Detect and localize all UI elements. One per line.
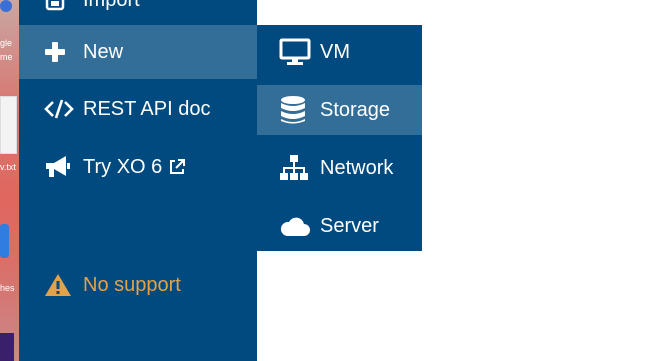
desktop-label-fragment: gle [0, 38, 13, 48]
plus-icon [44, 39, 74, 65]
sidebar-item-label: New [83, 40, 124, 63]
submenu-item-label: Server [320, 214, 379, 237]
submenu-item-vm[interactable]: VM [257, 27, 422, 77]
app-shortcut-icon[interactable] [0, 224, 9, 258]
warning-icon [44, 272, 74, 298]
desktop-label-fragment: me [0, 52, 13, 62]
sidebar-item-import[interactable]: Import [19, 0, 257, 27]
sidebar-item-label: Import [83, 0, 140, 12]
submenu-item-storage[interactable]: Storage [257, 85, 422, 135]
external-link-icon [168, 158, 186, 176]
sidebar: Import New REST API doc Try XO 6 No supp… [19, 0, 257, 361]
no-support-status: No support [19, 258, 257, 312]
sitemap-icon [279, 153, 311, 183]
sidebar-item-rest-api-doc[interactable]: REST API doc [19, 82, 257, 136]
app-shortcut-icon[interactable] [0, 333, 14, 361]
submenu-item-label: Network [320, 156, 394, 179]
new-submenu: VM Storage Network Server [257, 25, 422, 251]
import-icon [44, 0, 74, 13]
chrome-shortcut-icon[interactable] [0, 0, 12, 12]
submenu-item-server[interactable]: Server [257, 201, 422, 251]
desktop-label-fragment: hes [0, 283, 15, 293]
sidebar-item-new[interactable]: New [19, 25, 257, 79]
cloud-icon [279, 211, 311, 241]
sidebar-item-label: REST API doc [83, 97, 211, 120]
sidebar-item-try-xo6[interactable]: Try XO 6 [19, 140, 257, 194]
sidebar-item-label: Try XO 6 [83, 155, 163, 178]
document-file-icon[interactable] [0, 96, 17, 154]
submenu-item-label: VM [320, 40, 350, 63]
desktop-label-fragment: v.txt [0, 162, 16, 172]
code-icon [44, 96, 74, 122]
submenu-item-network[interactable]: Network [257, 143, 422, 193]
database-icon [279, 95, 311, 125]
desktop-background-strip: gle me v.txt hes [0, 0, 19, 361]
megaphone-icon [44, 154, 74, 180]
no-support-label: No support [83, 273, 181, 296]
monitor-icon [279, 37, 311, 67]
submenu-item-label: Storage [320, 98, 391, 121]
